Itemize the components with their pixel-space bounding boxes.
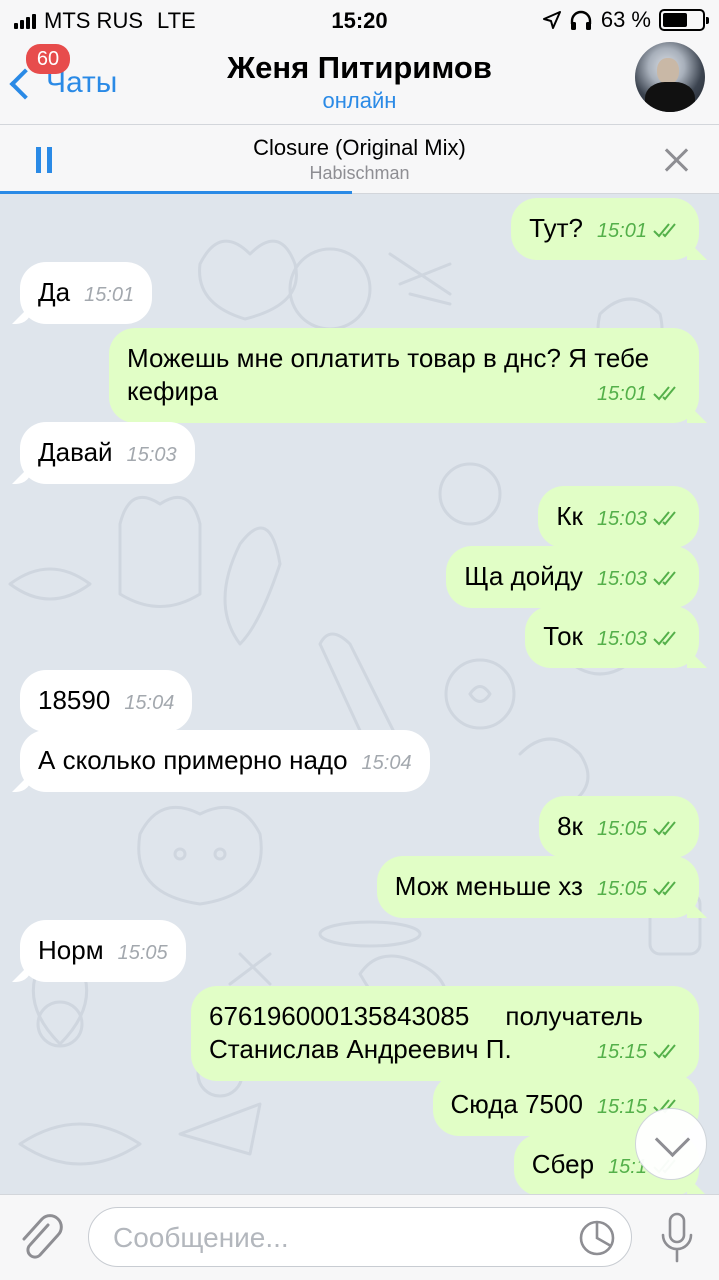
message-list[interactable]: Тут? 15:01 Да 15:01 Можешь мне оплатить то… <box>0 194 719 1194</box>
close-player-button[interactable] <box>661 145 691 175</box>
read-checkmarks-icon <box>653 880 681 896</box>
message-text: Тут? <box>529 213 583 243</box>
microphone-icon[interactable] <box>659 1211 695 1265</box>
chat-header: Чаты 60 Женя Питиримов онлайн <box>0 40 719 124</box>
message-text: Сбер <box>531 1149 595 1179</box>
message-time: 15:05 <box>596 818 647 840</box>
message-bubble[interactable]: Давай 15:03 <box>20 422 195 484</box>
message-bubble[interactable]: Тут? 15:01 <box>511 198 699 260</box>
message-bubble[interactable]: А сколько примерно надо 15:04 <box>20 730 430 792</box>
headphones-icon <box>570 10 592 30</box>
read-checkmarks-icon <box>653 820 681 836</box>
message-text: Давай <box>38 437 113 467</box>
avatar[interactable] <box>635 42 705 112</box>
read-checkmarks-icon <box>653 385 681 401</box>
message-time: 15:03 <box>596 508 647 530</box>
message-bubble[interactable]: Норм 15:05 <box>20 920 186 982</box>
read-checkmarks-icon <box>653 510 681 526</box>
message-bubble[interactable]: 8к 15:05 <box>539 796 699 858</box>
scroll-down-button[interactable] <box>635 1108 707 1180</box>
message-bubble[interactable]: 18590 15:04 <box>20 670 193 732</box>
read-checkmarks-icon <box>653 570 681 586</box>
message-text: Мож меньше хз <box>394 871 583 901</box>
message-text: 8к <box>557 811 583 841</box>
message-time: 15:15 <box>596 1041 647 1063</box>
message-text: Ток <box>543 621 583 651</box>
message-time: 15:01 <box>596 383 647 405</box>
sticker-icon[interactable] <box>579 1220 615 1256</box>
read-checkmarks-icon <box>653 630 681 646</box>
message-bubble[interactable]: 676196000135843085 получатель Станислав … <box>191 986 699 1081</box>
message-text: Ща дойду <box>464 561 583 591</box>
location-icon <box>542 11 561 29</box>
message-bubble[interactable]: Ток 15:03 <box>525 606 699 668</box>
message-text: Норм <box>38 935 104 965</box>
message-text-line-1: Можешь мне оплатить товар в днс? Я тебе <box>127 343 650 373</box>
message-text-line-2: кефира <box>127 376 218 406</box>
message-bubble[interactable]: Можешь мне оплатить товар в днс? Я тебе … <box>109 328 699 423</box>
message-bubble[interactable]: Ща дойду 15:03 <box>446 546 699 608</box>
message-bubble[interactable]: Мож меньше хз 15:05 <box>376 856 699 918</box>
message-time: 15:04 <box>361 752 412 774</box>
battery-percent: 63 % <box>600 7 651 32</box>
message-text: 18590 <box>38 685 111 715</box>
track-artist: Habischman <box>309 163 410 183</box>
message-time: 15:01 <box>596 220 647 242</box>
music-player: Closure (Original Mix) Habischman <box>0 124 719 194</box>
message-input-container <box>88 1207 632 1267</box>
read-checkmarks-icon <box>653 1043 681 1059</box>
paperclip-icon[interactable] <box>18 1213 64 1263</box>
battery-icon <box>659 9 709 31</box>
message-time: 15:05 <box>117 942 168 964</box>
message-text-line-2: Станислав Андреевич П. <box>209 1034 512 1064</box>
message-time: 15:04 <box>124 692 175 714</box>
contact-name[interactable]: Женя Питиримов <box>0 50 719 86</box>
message-text: Кк <box>556 501 583 531</box>
message-time: 15:03 <box>126 444 177 466</box>
message-time: 15:05 <box>596 878 647 900</box>
message-text: Сюда 7500 <box>450 1089 583 1119</box>
message-bubble[interactable]: Да 15:01 <box>20 262 153 324</box>
message-time: 15:03 <box>596 568 647 590</box>
message-time: 15:15 <box>596 1096 647 1118</box>
contact-status: онлайн <box>322 88 397 113</box>
message-input-bar <box>0 1194 719 1280</box>
read-checkmarks-icon <box>653 222 681 238</box>
message-text: А сколько примерно надо <box>38 745 348 775</box>
track-title[interactable]: Closure (Original Mix) <box>0 135 719 161</box>
message-input[interactable] <box>113 1220 553 1256</box>
status-bar: MTS RUS LTE 15:20 63 % <box>0 0 719 40</box>
message-text-line-1: 676196000135843085 получатель <box>209 1001 643 1031</box>
message-bubble[interactable]: Кк 15:03 <box>538 486 699 548</box>
message-time: 15:03 <box>596 628 647 650</box>
status-right: 63 % <box>542 7 709 33</box>
message-text: Да <box>38 277 71 307</box>
message-time: 15:01 <box>84 284 135 306</box>
